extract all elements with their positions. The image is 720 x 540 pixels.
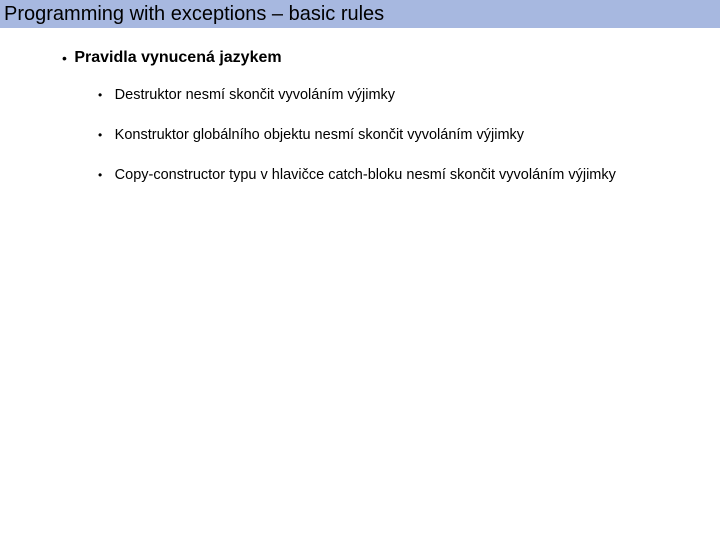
list-item-text: Destruktor nesmí skončit vyvoláním výjim…	[115, 87, 395, 103]
slide-content: • Pravidla vynucená jazykem • Destruktor…	[0, 28, 720, 184]
list-item: • Konstruktor globálního objektu nesmí s…	[98, 126, 720, 144]
list-item-text: Copy-constructor typu v hlavičce catch-b…	[115, 167, 616, 183]
slide: Programming with exceptions – basic rule…	[0, 0, 720, 540]
bullet-dot-icon: •	[62, 48, 67, 68]
bullet-dot-icon: •	[98, 86, 102, 104]
level1-heading: Pravidla vynucená jazykem	[74, 48, 281, 68]
sub-list: • Destruktor nesmí skončit vyvoláním výj…	[62, 86, 720, 184]
bullet-dot-icon: •	[98, 126, 102, 144]
slide-title-bar: Programming with exceptions – basic rule…	[0, 0, 720, 28]
list-item: • Destruktor nesmí skončit vyvoláním výj…	[98, 86, 720, 104]
list-item-text: Konstruktor globálního objektu nesmí sko…	[115, 127, 524, 143]
slide-title: Programming with exceptions – basic rule…	[4, 3, 384, 25]
bullet-dot-icon: •	[98, 166, 102, 184]
list-item: • Copy-constructor typu v hlavičce catch…	[98, 166, 720, 184]
bullet-level1: • Pravidla vynucená jazykem • Destruktor…	[62, 48, 720, 184]
